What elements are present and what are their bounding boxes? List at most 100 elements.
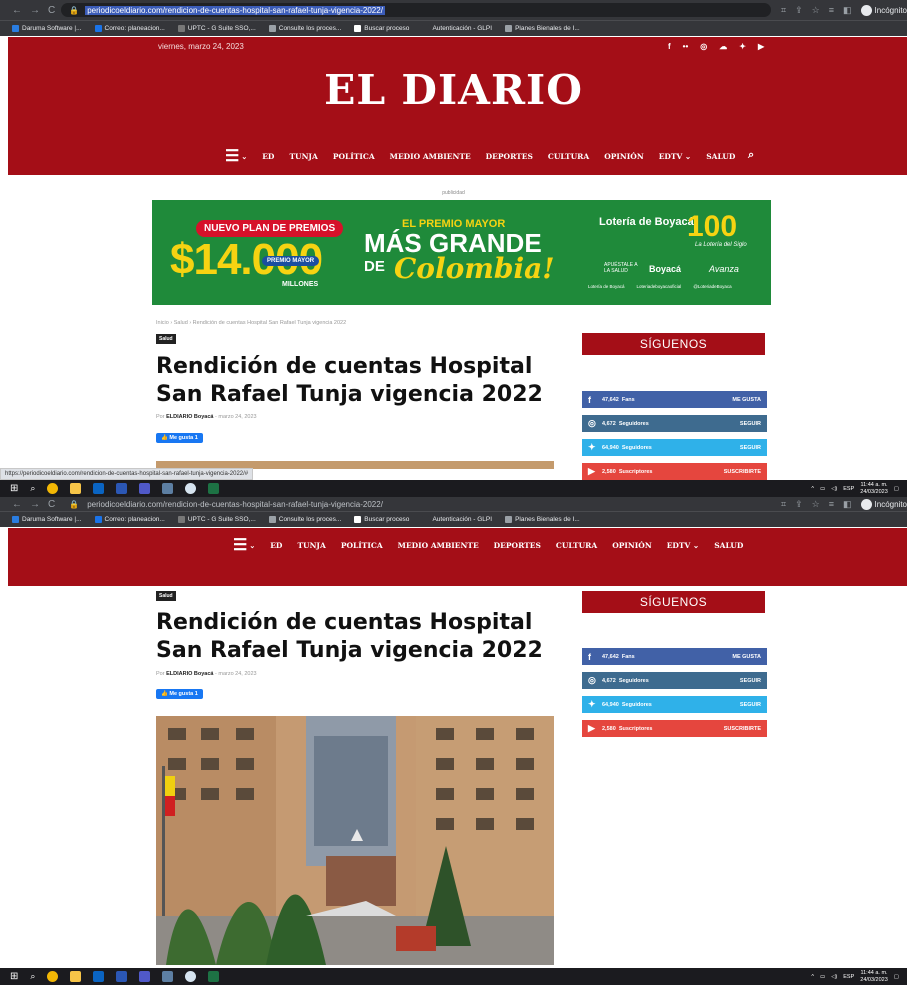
reload-icon[interactable]: C [48, 499, 55, 510]
notifications-icon[interactable]: ▢ [894, 486, 899, 492]
extensions-icon[interactable]: ⌗ [781, 499, 786, 510]
bookmark-item[interactable]: Autenticación - GLPI [422, 25, 492, 32]
search-icon[interactable]: ⌕ [748, 149, 754, 162]
social-row-youtube[interactable]: ▶ 2,580 Suscriptores SUSCRIBIRTE [582, 463, 767, 480]
chrome-icon[interactable] [47, 971, 59, 982]
facebook-icon[interactable]: f [668, 42, 671, 51]
windows-start-icon[interactable]: ⊞ [10, 483, 18, 494]
facebook-like-button[interactable]: 👍 Me gusta 1 [156, 689, 203, 699]
nav-item[interactable]: MEDIO AMBIENTE [390, 152, 471, 161]
address-url[interactable]: periodicoeldiario.com/rendicion-de-cuent… [85, 5, 385, 15]
nav-item[interactable]: SALUD [714, 541, 743, 550]
paint-icon[interactable] [185, 483, 197, 494]
bookmark-item[interactable]: UPTC - G Suite SSO,... [177, 516, 256, 523]
facebook-like-button[interactable]: 👍 Me gusta 1 [156, 433, 203, 443]
forward-icon[interactable]: → [30, 499, 40, 510]
nav-item[interactable]: DEPORTES [494, 541, 541, 550]
nav-item[interactable]: EDTV ⌄ [659, 152, 692, 161]
excel-icon[interactable] [208, 483, 220, 494]
social-row-instagram[interactable]: ◎ 4,672 Seguidores SEGUIR [582, 415, 767, 432]
social-action[interactable]: SUSCRIBIRTE [724, 469, 761, 475]
nav-item[interactable]: CULTURA [556, 541, 597, 550]
reload-icon[interactable]: C [48, 5, 55, 16]
volume-icon[interactable]: ◁) [831, 974, 837, 980]
soundcloud-icon[interactable]: ☁ [719, 42, 727, 51]
nav-item[interactable]: ED [270, 541, 282, 550]
star-icon[interactable]: ☆ [812, 5, 820, 16]
byline-author[interactable]: ELDIARIO Boyacá [166, 414, 213, 420]
teams-icon[interactable] [139, 483, 151, 494]
social-row-facebook[interactable]: f 47,642 Fans ME GUSTA [582, 648, 767, 665]
bookmark-item[interactable]: Autenticación - GLPI [422, 516, 492, 523]
nav-item[interactable]: OPINIÓN [612, 541, 651, 550]
file-explorer-icon[interactable] [70, 971, 82, 982]
teams-icon[interactable] [139, 971, 151, 982]
category-badge[interactable]: Salud [156, 591, 176, 601]
nav-item[interactable]: CULTURA [548, 152, 589, 161]
tray-chevron-icon[interactable]: ^ [811, 486, 814, 492]
social-row-facebook[interactable]: f 47,642 Fans ME GUSTA [582, 391, 767, 408]
reading-list-icon[interactable]: ≡ [829, 499, 834, 509]
youtube-icon[interactable]: ▶ [758, 42, 764, 51]
notifications-icon[interactable]: ▢ [894, 974, 899, 980]
nav-item[interactable]: EDTV ⌄ [667, 541, 700, 550]
flickr-icon[interactable]: •• [683, 42, 689, 51]
incognito-badge[interactable]: Incógnito [860, 498, 907, 510]
excel-icon[interactable] [208, 971, 220, 982]
social-action[interactable]: ME GUSTA [732, 397, 761, 403]
lottery-banner[interactable]: NUEVO PLAN DE PREMIOS $14.000 PREMIO MAY… [152, 200, 771, 305]
nav-item[interactable]: DEPORTES [486, 152, 533, 161]
volume-icon[interactable]: ◁) [831, 486, 837, 492]
share-icon[interactable]: ⇪ [795, 5, 803, 16]
file-explorer-icon[interactable] [70, 483, 82, 494]
bookmark-item[interactable]: Correo: planeacion... [94, 25, 165, 32]
social-action[interactable]: SEGUIR [740, 445, 761, 451]
incognito-badge[interactable]: Incógnito [860, 4, 907, 16]
instagram-icon[interactable]: ◎ [700, 42, 707, 51]
search-icon[interactable]: ⌕ [30, 971, 35, 982]
nav-item[interactable]: ED [262, 152, 274, 161]
bookmark-item[interactable]: Planes Bienales de I... [505, 25, 580, 32]
calculator-icon[interactable] [162, 971, 174, 982]
byline-author[interactable]: ELDIARIO Boyacá [166, 671, 213, 677]
address-bar[interactable]: 🔒 periodicoeldiario.com/rendicion-de-cue… [61, 3, 772, 17]
sidepanel-icon[interactable]: ◧ [843, 5, 852, 16]
nav-item[interactable]: TUNJA [297, 541, 325, 550]
twitter-icon[interactable]: ✦ [739, 42, 746, 51]
social-action[interactable]: SEGUIR [740, 421, 761, 427]
outlook-icon[interactable] [93, 483, 105, 494]
menu-icon[interactable]: ☰ ⌄ [225, 148, 247, 164]
clock[interactable]: 11:44 a. m. 24/03/2023 [860, 482, 888, 496]
address-url[interactable]: periodicoeldiario.com/rendicion-de-cuent… [85, 500, 385, 509]
social-action[interactable]: SEGUIR [740, 702, 761, 708]
extensions-icon[interactable]: ⌗ [781, 5, 786, 16]
menu-icon[interactable]: ☰ ⌄ [233, 537, 255, 553]
bookmark-item[interactable]: Buscar proceso [354, 516, 409, 523]
bookmark-item[interactable]: Planes Bienales de I... [505, 516, 580, 523]
word-icon[interactable] [116, 971, 128, 982]
nav-item[interactable]: POLÍTICA [333, 152, 375, 161]
search-icon[interactable]: ⌕ [30, 483, 35, 494]
chrome-icon[interactable] [47, 483, 59, 494]
bookmark-item[interactable]: Daruma Software |... [12, 25, 82, 32]
calculator-icon[interactable] [162, 483, 174, 494]
breadcrumb[interactable]: Inicio › Salud › Rendición de cuentas Ho… [156, 320, 346, 326]
windows-start-icon[interactable]: ⊞ [10, 971, 18, 982]
nav-item[interactable]: MEDIO AMBIENTE [398, 541, 479, 550]
tray-chevron-icon[interactable]: ^ [811, 974, 814, 980]
nav-item[interactable]: POLÍTICA [341, 541, 383, 550]
back-icon[interactable]: ← [12, 499, 22, 510]
social-action[interactable]: ME GUSTA [732, 654, 761, 660]
bookmark-item[interactable]: Buscar proceso [354, 25, 409, 32]
word-icon[interactable] [116, 483, 128, 494]
social-action[interactable]: SUSCRIBIRTE [724, 726, 761, 732]
nav-item[interactable]: TUNJA [289, 152, 317, 161]
network-icon[interactable]: ▭ [820, 486, 825, 492]
social-action[interactable]: SEGUIR [740, 678, 761, 684]
network-icon[interactable]: ▭ [820, 974, 825, 980]
language-indicator[interactable]: ESP [843, 974, 854, 980]
category-badge[interactable]: Salud [156, 334, 176, 344]
reading-list-icon[interactable]: ≡ [829, 5, 834, 15]
social-row-twitter[interactable]: ✦ 64,940 Seguidores SEGUIR [582, 696, 767, 713]
back-icon[interactable]: ← [12, 5, 22, 16]
